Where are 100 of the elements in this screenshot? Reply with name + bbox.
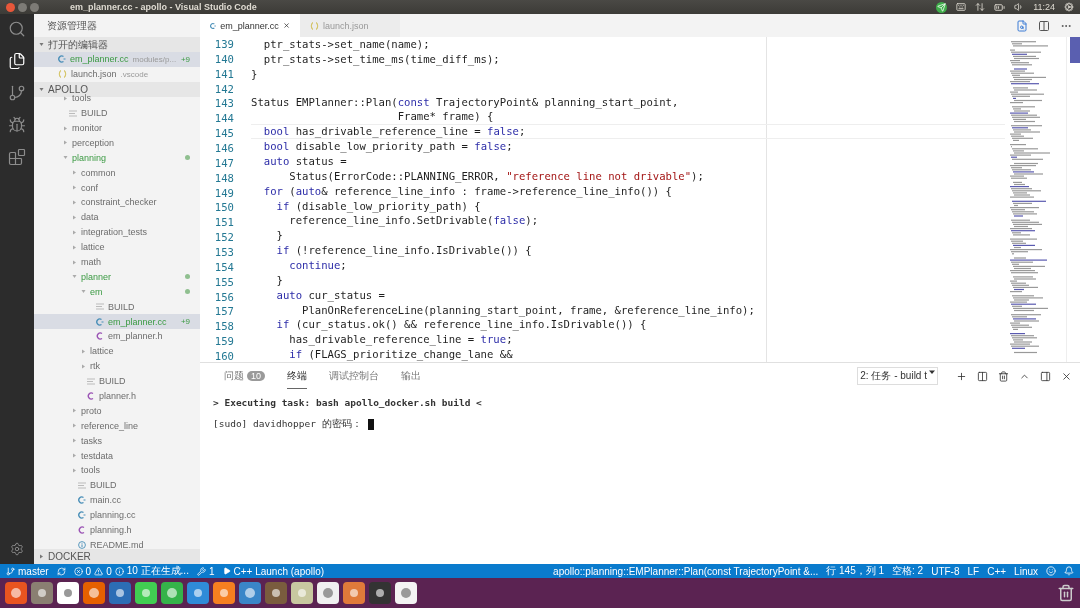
caret-icon[interactable] bbox=[63, 95, 68, 101]
tree-item[interactable]: main.cc bbox=[34, 492, 200, 508]
tree-item[interactable]: math bbox=[34, 254, 200, 270]
tree-item[interactable]: tools bbox=[34, 463, 200, 478]
status-item[interactable]: apollo::planning::EMPlanner::Plan(const TrajectoryPoint &... bbox=[553, 565, 819, 577]
sync-icon[interactable] bbox=[56, 566, 66, 576]
info-icon[interactable] bbox=[114, 566, 124, 576]
caret-icon[interactable] bbox=[63, 125, 68, 131]
close-icon[interactable] bbox=[282, 21, 290, 30]
launch-status[interactable]: C++ Launch (apollo) bbox=[222, 565, 325, 577]
tree-item[interactable]: em_planner.cc +9 bbox=[34, 314, 200, 330]
tree-item[interactable]: planning.cc bbox=[34, 507, 200, 523]
status-item[interactable]: 空格: 2 bbox=[892, 564, 924, 578]
add-icon[interactable] bbox=[956, 370, 967, 382]
caret-icon[interactable] bbox=[72, 199, 77, 205]
tree-item[interactable]: tasks bbox=[34, 433, 200, 449]
panel-tab[interactable]: 输出 bbox=[401, 363, 421, 389]
panel-icon[interactable] bbox=[1040, 370, 1051, 382]
status-item[interactable]: 行 145，列 1 bbox=[826, 564, 885, 578]
tree-item[interactable]: data bbox=[34, 209, 200, 225]
caret-icon[interactable] bbox=[81, 348, 86, 354]
section-header[interactable]: DOCKER bbox=[34, 549, 200, 564]
scrollbar-thumb[interactable] bbox=[1070, 37, 1080, 63]
minimize-button[interactable] bbox=[18, 2, 27, 12]
tree-item[interactable]: monitor bbox=[34, 120, 200, 136]
tree-item[interactable]: BUILD bbox=[34, 373, 200, 389]
caret-icon[interactable] bbox=[72, 185, 77, 191]
caret-icon[interactable] bbox=[81, 289, 86, 295]
tree-item[interactable]: em bbox=[34, 284, 200, 300]
tree-item[interactable]: planner bbox=[34, 269, 200, 285]
tree-item[interactable]: lattice bbox=[34, 343, 200, 359]
caret-icon[interactable] bbox=[72, 423, 77, 429]
error-icon[interactable] bbox=[73, 566, 83, 576]
tree-item[interactable]: constraint_checker bbox=[34, 195, 200, 210]
open-editor-item[interactable]: em_planner.cc modules/p... +9 bbox=[34, 52, 200, 67]
volume-icon[interactable] bbox=[1014, 2, 1025, 12]
network-icon[interactable] bbox=[975, 2, 986, 12]
split-icon[interactable] bbox=[977, 370, 988, 382]
keyboard-icon[interactable] bbox=[956, 2, 967, 12]
warning-icon[interactable] bbox=[94, 566, 104, 576]
app-icon[interactable] bbox=[265, 582, 287, 604]
maximize-button[interactable] bbox=[30, 2, 39, 12]
caret-icon[interactable] bbox=[63, 140, 68, 146]
caret-icon[interactable] bbox=[72, 438, 77, 444]
caret-icon[interactable] bbox=[63, 155, 68, 161]
smiley-icon[interactable] bbox=[1046, 566, 1056, 576]
warning-count[interactable]: 0 bbox=[106, 565, 112, 577]
section-header[interactable]: 打开的编辑器 bbox=[34, 37, 200, 52]
terminal-dropdown[interactable]: 2: 任务 - build t bbox=[857, 367, 938, 385]
search-icon[interactable] bbox=[8, 20, 26, 38]
editor-tab[interactable]: em_planner.cc bbox=[200, 14, 300, 37]
status-item[interactable]: C++ bbox=[987, 565, 1007, 577]
files-icon[interactable] bbox=[8, 52, 26, 70]
bug-icon[interactable] bbox=[8, 116, 26, 134]
caret-icon[interactable] bbox=[81, 363, 86, 369]
status-item[interactable]: Linux bbox=[1014, 565, 1038, 577]
tree-item[interactable]: common bbox=[34, 165, 200, 181]
tree-item[interactable]: conf bbox=[34, 180, 200, 195]
clock[interactable]: 11:24 bbox=[1033, 2, 1055, 12]
tree-item[interactable]: BUILD bbox=[34, 299, 200, 315]
info-status[interactable]: 10 正在生成... bbox=[126, 564, 189, 578]
caret-icon[interactable] bbox=[72, 259, 77, 265]
branch-icon[interactable] bbox=[8, 84, 26, 102]
open-editor-item[interactable]: launch.json .vscode bbox=[34, 66, 200, 82]
bell-icon[interactable] bbox=[1064, 566, 1074, 576]
caret-icon[interactable] bbox=[39, 42, 44, 47]
caret-icon[interactable] bbox=[72, 244, 77, 250]
tree-item[interactable]: BUILD bbox=[34, 105, 200, 121]
tree-item[interactable]: planning bbox=[34, 150, 200, 166]
app-icon[interactable] bbox=[187, 582, 209, 604]
panel-tab[interactable]: 终端 bbox=[287, 363, 307, 389]
tree-item[interactable]: planning.h bbox=[34, 522, 200, 538]
caret-icon[interactable] bbox=[72, 170, 77, 176]
caret-icon[interactable] bbox=[72, 408, 77, 414]
extensions-icon[interactable] bbox=[8, 148, 26, 166]
caret-icon[interactable] bbox=[39, 86, 44, 92]
tree-item[interactable]: testdata bbox=[34, 448, 200, 464]
tree-item[interactable]: BUILD bbox=[34, 477, 200, 493]
caret-icon[interactable] bbox=[72, 274, 77, 280]
status-item[interactable]: LF bbox=[967, 565, 980, 577]
battery-icon[interactable] bbox=[994, 1, 1006, 13]
tree-item[interactable]: README.md bbox=[34, 537, 200, 549]
tree-item[interactable]: proto bbox=[34, 403, 200, 419]
tree-item[interactable]: perception bbox=[34, 135, 200, 151]
app-icon[interactable] bbox=[395, 582, 417, 604]
panel-tab[interactable]: 调试控制台 bbox=[329, 363, 379, 389]
tree-item[interactable]: em_planner.h bbox=[34, 329, 200, 344]
error-count[interactable]: 0 bbox=[85, 565, 92, 577]
tree-item[interactable]: rtk bbox=[34, 358, 200, 374]
preview-icon[interactable] bbox=[1016, 19, 1028, 32]
status-item[interactable]: UTF-8 bbox=[931, 565, 960, 577]
caret-icon[interactable] bbox=[72, 229, 77, 235]
caret-icon[interactable] bbox=[72, 468, 77, 473]
tree-item[interactable]: planner.h bbox=[34, 388, 200, 404]
trash-icon[interactable] bbox=[998, 370, 1009, 382]
split-editor-icon[interactable] bbox=[1038, 19, 1050, 32]
caret-icon[interactable] bbox=[72, 214, 77, 220]
trash-icon[interactable] bbox=[1057, 584, 1075, 602]
close-icon[interactable] bbox=[1061, 370, 1072, 382]
branch-status[interactable]: master bbox=[6, 565, 49, 577]
